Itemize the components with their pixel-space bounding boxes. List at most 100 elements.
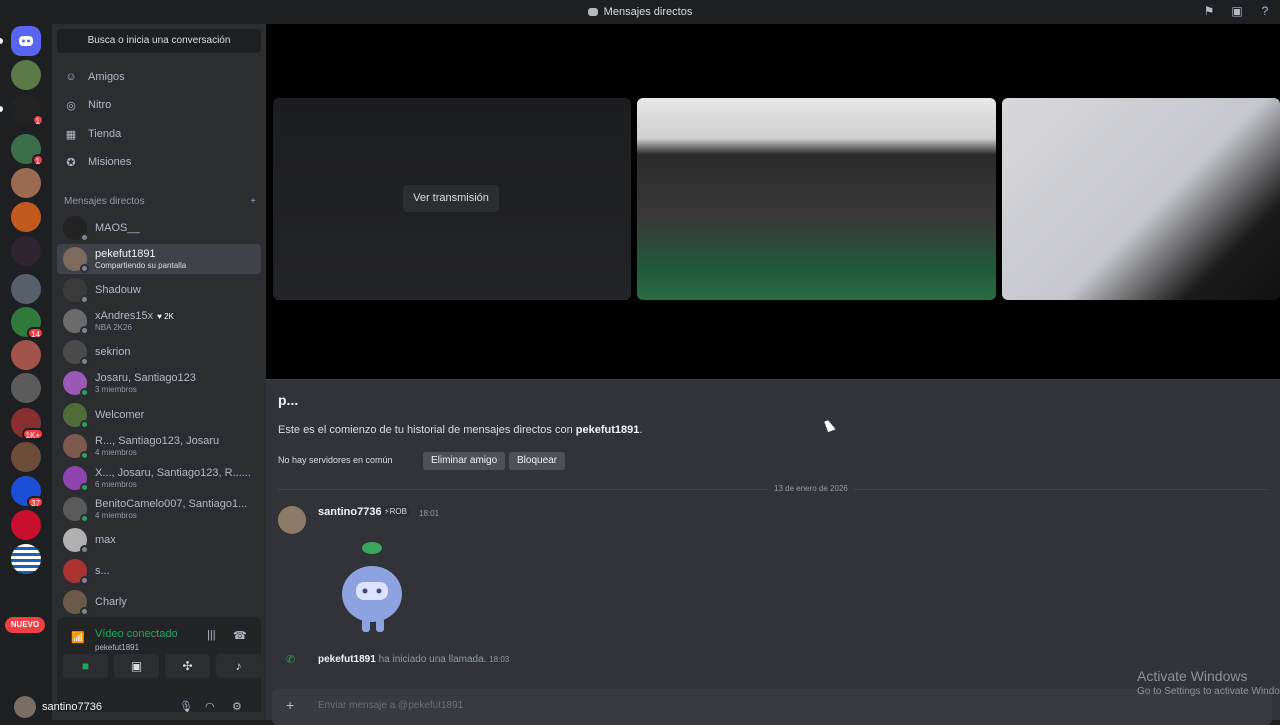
video-tile[interactable]	[1002, 98, 1280, 300]
server-icon[interactable]: 1	[11, 94, 44, 126]
nav-nitro[interactable]: ◎ Nitro	[60, 92, 258, 118]
avatar	[63, 278, 89, 304]
shop-icon: ▦	[65, 128, 77, 141]
phone-icon: ✆	[286, 654, 296, 666]
mutual-servers[interactable]: No hay servidores en común	[278, 455, 393, 465]
create-dm-icon[interactable]: +	[250, 196, 256, 207]
nitro-badge: ♥ 2K	[157, 312, 174, 322]
server-rail: 1 1 14 1K+ 37 NUEVO	[0, 24, 52, 720]
dm-item[interactable]: sekrion	[57, 337, 261, 367]
server-icon[interactable]: 1	[11, 134, 44, 166]
nitro-icon: ◎	[66, 99, 76, 112]
group-avatar	[63, 371, 89, 397]
dm-item[interactable]: BenitoCamelo007, Santiago1... 4 miembros	[57, 494, 261, 524]
server-icon[interactable]	[11, 274, 41, 304]
block-button[interactable]: Bloquear	[509, 452, 566, 470]
quests-icon: ✪	[66, 156, 76, 169]
soundboard-button[interactable]: ♪	[216, 654, 261, 678]
nav-shop[interactable]: ▦ Tienda	[60, 121, 258, 147]
new-badge: NUEVO	[5, 617, 45, 633]
dm-sidebar: Busca o inicia una conversación ☺ Amigos …	[14, 24, 266, 720]
server-icon[interactable]	[11, 373, 41, 403]
dm-item[interactable]: Welcomer	[57, 400, 261, 430]
discord-logo-icon	[19, 36, 33, 46]
mouse-cursor-icon	[824, 418, 836, 433]
dm-item[interactable]: X..., Josaru, Santiago123, R...... 6 miem…	[57, 463, 261, 493]
remove-friend-button[interactable]: Eliminar amigo	[423, 452, 506, 470]
search-conversation-button[interactable]: Busca o inicia una conversación	[57, 29, 261, 53]
server-icon[interactable]: 37	[11, 476, 44, 508]
call-started-message: pekefut1891 ha iniciado una llamada. 18:…	[318, 654, 510, 665]
video-tile[interactable]	[637, 98, 996, 300]
activities-icon: ✣	[182, 659, 193, 673]
dm-item[interactable]: Charly	[57, 587, 261, 617]
voice-status[interactable]: Vídeo conectado	[95, 628, 178, 640]
title-bar: Mensajes directos ⚑ ▣ ?	[0, 0, 1280, 24]
message-author[interactable]: santino7736	[318, 506, 382, 518]
settings-gear-icon[interactable]: ⚙	[232, 700, 242, 713]
help-icon[interactable]: ?	[1258, 4, 1272, 18]
home-button[interactable]	[11, 26, 41, 56]
disconnect-icon[interactable]: ☎	[233, 629, 247, 642]
avatar	[63, 309, 89, 335]
dm-intro: Este es el comienzo de tu historial de m…	[278, 424, 643, 436]
avatar[interactable]	[278, 506, 306, 534]
server-icon[interactable]	[11, 340, 41, 370]
screen-share-icon: ▣	[130, 659, 143, 673]
message-input[interactable]: Enviar mensaje a @pekefut1891	[318, 700, 463, 711]
dm-item[interactable]: s...	[57, 556, 261, 586]
main-panel: Ver transmisión p... Este es el comienzo…	[266, 24, 1280, 725]
clan-tag: ⚡ROB	[381, 506, 410, 517]
server-icon[interactable]	[11, 236, 41, 266]
screen-share-button[interactable]: ▣	[114, 654, 159, 678]
dm-item-selected[interactable]: pekefut1891 Compartiendo su pantalla	[57, 244, 261, 274]
watch-stream-button[interactable]: Ver transmisión	[403, 185, 499, 212]
message-timestamp: 18:01	[419, 509, 440, 518]
download-icon[interactable]: ▣	[1230, 4, 1244, 18]
activities-button[interactable]: ✣	[165, 654, 210, 678]
server-icon[interactable]	[11, 202, 41, 232]
voice-channel[interactable]: pekefut1891	[95, 643, 139, 652]
camera-button[interactable]: ■	[63, 654, 108, 678]
discord-icon	[587, 8, 598, 16]
headphones-icon[interactable]: ◠	[205, 700, 215, 713]
mic-icon[interactable]: 🎙	[179, 700, 193, 713]
windows-watermark: Activate Windows	[1137, 668, 1248, 684]
server-icon[interactable]	[11, 168, 41, 198]
stream-tile[interactable]: Ver transmisión	[273, 98, 631, 300]
server-icon[interactable]	[11, 60, 41, 90]
window-title: Mensajes directos	[603, 6, 693, 18]
camera-icon: ■	[81, 659, 90, 673]
server-icon[interactable]: 1K+	[11, 408, 44, 440]
dm-item[interactable]: max	[57, 525, 261, 555]
server-icon[interactable]	[11, 510, 41, 540]
wumpus-sticker	[342, 542, 402, 632]
dm-header: Mensajes directos +	[64, 196, 256, 207]
windows-watermark-sub: Go to Settings to activate Windows.	[1137, 686, 1280, 697]
dm-item[interactable]: xAndres15x ♥ 2K NBA 2K26	[57, 306, 261, 336]
dm-item[interactable]: Josaru, Santiago123 3 miembros	[57, 368, 261, 398]
group-avatar	[63, 497, 89, 523]
inbox-flag-icon[interactable]: ⚑	[1202, 4, 1216, 18]
user-panel[interactable]: santino7736	[14, 696, 102, 718]
noise-suppression-icon[interactable]: |||	[207, 629, 216, 641]
server-icon[interactable]: 14	[11, 307, 44, 339]
group-avatar	[63, 466, 89, 492]
avatar	[63, 216, 89, 242]
dm-item[interactable]: Shadouw	[57, 275, 261, 305]
avatar	[63, 528, 89, 554]
dm-title: p...	[278, 392, 299, 408]
avatar	[14, 696, 36, 718]
nav-quests[interactable]: ✪ Misiones	[60, 149, 258, 175]
dm-item[interactable]: R..., Santiago123, Josaru 4 miembros	[57, 431, 261, 461]
group-avatar	[63, 434, 89, 460]
server-icon[interactable]	[11, 442, 41, 472]
dm-item[interactable]: MAOS__	[57, 213, 261, 243]
nav-friends[interactable]: ☺ Amigos	[60, 64, 258, 90]
signal-icon: 📶	[71, 632, 85, 644]
friends-icon: ☺	[65, 71, 77, 83]
server-icon[interactable]	[11, 544, 41, 574]
date-divider: 13 de enero de 2026	[768, 484, 854, 493]
add-attachment-icon[interactable]: +	[286, 697, 294, 713]
username: santino7736	[42, 701, 102, 713]
